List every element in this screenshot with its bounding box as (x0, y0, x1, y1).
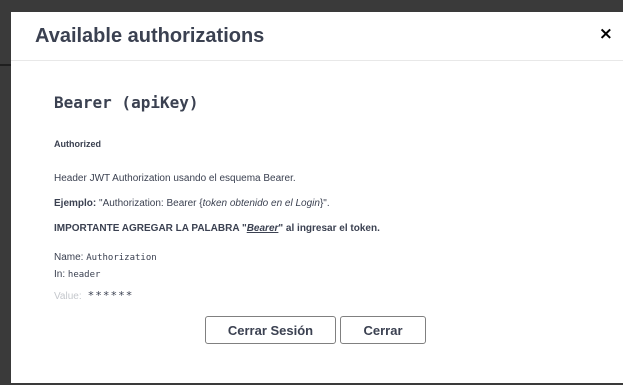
modal-header: Available authorizations × (11, 12, 623, 61)
modal-title: Available authorizations (35, 25, 265, 47)
in-value: header (67, 270, 101, 280)
in-label: In: (54, 269, 66, 280)
important-suffix: " al ingresar el token. (278, 223, 380, 234)
in-row: In: header (54, 269, 100, 280)
name-label: Name: (54, 252, 84, 263)
close-icon[interactable]: × (599, 26, 613, 43)
name-row: Name: Authorization (54, 252, 157, 263)
authorized-status: Authorized (54, 139, 101, 149)
value-row: Value: ****** (54, 289, 133, 302)
name-value: Authorization (86, 253, 157, 263)
authorizations-modal: Available authorizations × Bearer (apiKe… (11, 12, 623, 383)
value-label: Value: (54, 291, 82, 302)
example-label: Ejemplo: (54, 198, 97, 209)
example-prefix: "Authorization: Bearer { (96, 198, 203, 209)
important-bearer-word: Bearer (246, 223, 279, 234)
backdrop-divider (0, 64, 11, 66)
important-prefix: IMPORTANTE AGREGAR LA PALABRA " (54, 223, 247, 234)
scheme-description: Header JWT Authorization usando el esque… (54, 173, 296, 184)
value-masked-token: ****** (87, 289, 134, 302)
important-note: IMPORTANTE AGREGAR LA PALABRA "Bearer" a… (54, 223, 380, 234)
example-suffix: }". (319, 198, 330, 209)
backdrop (0, 0, 623, 12)
scheme-title: Bearer (apiKey) (54, 93, 199, 112)
backdrop-left (0, 0, 11, 385)
example-italic: token obtenido en el Login (202, 198, 320, 209)
example-text: Ejemplo: "Authorization: Bearer {token o… (54, 198, 330, 209)
logout-button[interactable]: Cerrar Sesión (205, 316, 336, 344)
close-button[interactable]: Cerrar (340, 316, 426, 344)
